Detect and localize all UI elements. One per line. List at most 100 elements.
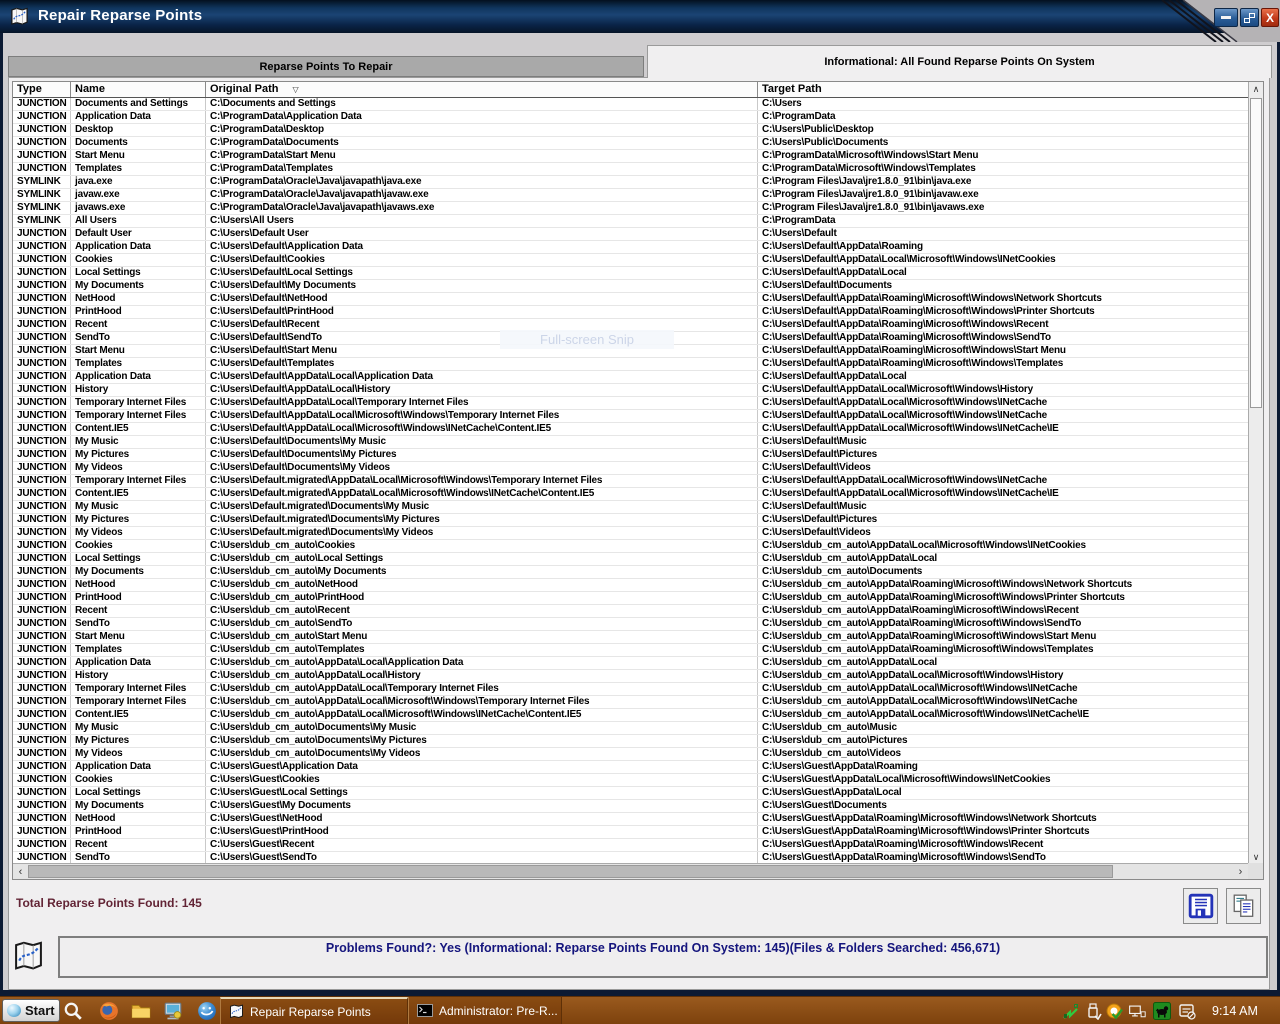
column-header-name[interactable]: Name	[71, 82, 206, 97]
copy-report-button[interactable]	[1226, 888, 1261, 924]
table-row[interactable]: SYMLINKjava.exeC:\ProgramData\Oracle\Jav…	[13, 176, 1248, 189]
close-button[interactable]: X	[1261, 8, 1279, 27]
table-row[interactable]: JUNCTIONNetHoodC:\Users\dub_cm_auto\NetH…	[13, 579, 1248, 592]
table-row[interactable]: JUNCTIONMy DocumentsC:\Users\Guest\My Do…	[13, 800, 1248, 813]
table-row[interactable]: JUNCTIONDocumentsC:\ProgramData\Document…	[13, 137, 1248, 150]
antivirus-tray-icon[interactable]	[1106, 1002, 1124, 1020]
cell-target: C:\ProgramData\Microsoft\Windows\Templat…	[758, 163, 1248, 175]
table-row[interactable]: JUNCTIONLocal SettingsC:\Users\Guest\Loc…	[13, 787, 1248, 800]
table-row[interactable]: JUNCTIONPrintHoodC:\Users\Guest\PrintHoo…	[13, 826, 1248, 839]
horizontal-scrollbar-thumb[interactable]	[28, 865, 1113, 878]
table-row[interactable]: JUNCTIONLocal SettingsC:\Users\dub_cm_au…	[13, 553, 1248, 566]
taskbar-app-administrator-cmd[interactable]: Administrator: Pre-R...	[408, 997, 562, 1024]
table-row[interactable]: JUNCTIONTemporary Internet FilesC:\Users…	[13, 475, 1248, 488]
file-explorer-icon[interactable]	[131, 1001, 151, 1021]
taskbar-app-repair-reparse-points[interactable]: Repair Reparse Points	[220, 997, 408, 1024]
table-row[interactable]: JUNCTIONMy DocumentsC:\Users\dub_cm_auto…	[13, 566, 1248, 579]
scroll-right-icon[interactable]: ›	[1233, 864, 1248, 879]
table-row[interactable]: JUNCTIONTemporary Internet FilesC:\Users…	[13, 696, 1248, 709]
table-row[interactable]: JUNCTIONDocuments and SettingsC:\Documen…	[13, 98, 1248, 111]
table-row[interactable]: JUNCTIONCookiesC:\Users\Default\CookiesC…	[13, 254, 1248, 267]
table-row[interactable]: JUNCTIONSendToC:\Users\dub_cm_auto\SendT…	[13, 618, 1248, 631]
tab-reparse-points-to-repair[interactable]: Reparse Points To Repair	[8, 56, 644, 77]
table-row[interactable]: JUNCTIONStart MenuC:\Users\dub_cm_auto\S…	[13, 631, 1248, 644]
table-row[interactable]: JUNCTIONApplication DataC:\Users\Default…	[13, 241, 1248, 254]
table-row[interactable]: JUNCTIONRecentC:\Users\Guest\RecentC:\Us…	[13, 839, 1248, 852]
table-row[interactable]: JUNCTIONDesktopC:\ProgramData\DesktopC:\…	[13, 124, 1248, 137]
minimize-button[interactable]	[1214, 8, 1238, 27]
table-row[interactable]: JUNCTIONCookiesC:\Users\dub_cm_auto\Cook…	[13, 540, 1248, 553]
table-row[interactable]: SYMLINKAll UsersC:\Users\All UsersC:\Pro…	[13, 215, 1248, 228]
vertical-scrollbar-thumb[interactable]	[1250, 98, 1262, 408]
table-row[interactable]: SYMLINKjavaws.exeC:\ProgramData\Oracle\J…	[13, 202, 1248, 215]
cell-type: JUNCTION	[13, 124, 71, 136]
column-header-original-path[interactable]: Original Path▽	[206, 82, 758, 97]
network-activity-tray-icon[interactable]	[1062, 1002, 1080, 1020]
usb-eject-tray-icon[interactable]	[1085, 1002, 1103, 1020]
vertical-scrollbar[interactable]: ∧ ∨	[1248, 82, 1263, 865]
table-row[interactable]: JUNCTIONNetHoodC:\Users\Default\NetHoodC…	[13, 293, 1248, 306]
cell-type: JUNCTION	[13, 592, 71, 604]
messenger-icon[interactable]	[197, 1001, 217, 1021]
save-report-button[interactable]	[1183, 888, 1218, 924]
table-row[interactable]: JUNCTIONTemplatesC:\Users\dub_cm_auto\Te…	[13, 644, 1248, 657]
table-row[interactable]: JUNCTIONMy DocumentsC:\Users\Default\My …	[13, 280, 1248, 293]
start-button[interactable]: Start	[2, 999, 60, 1022]
column-header-target-path[interactable]: Target Path	[758, 82, 1248, 97]
cell-name: Local Settings	[71, 553, 206, 565]
network-status-tray-icon[interactable]	[1128, 1002, 1146, 1020]
tab-informational-all-found[interactable]: Informational: All Found Reparse Points …	[647, 45, 1272, 78]
table-row[interactable]: JUNCTIONContent.IE5C:\Users\Default.migr…	[13, 488, 1248, 501]
table-row[interactable]: JUNCTIONHistoryC:\Users\Default\AppData\…	[13, 384, 1248, 397]
table-row[interactable]: JUNCTIONTemplatesC:\ProgramData\Template…	[13, 163, 1248, 176]
table-row[interactable]: SYMLINKjavaw.exeC:\ProgramData\Oracle\Ja…	[13, 189, 1248, 202]
table-row[interactable]: JUNCTIONMy VideosC:\Users\Default.migrat…	[13, 527, 1248, 540]
table-row[interactable]: JUNCTIONMy VideosC:\Users\dub_cm_auto\Do…	[13, 748, 1248, 761]
table-row[interactable]: JUNCTIONContent.IE5C:\Users\Default\AppD…	[13, 423, 1248, 436]
table-row[interactable]: JUNCTIONPrintHoodC:\Users\Default\PrintH…	[13, 306, 1248, 319]
column-header-type[interactable]: Type	[13, 82, 71, 97]
table-row[interactable]: JUNCTIONCookiesC:\Users\Guest\CookiesC:\…	[13, 774, 1248, 787]
cell-name: Local Settings	[71, 267, 206, 279]
taskbar-clock[interactable]: 9:14 AM	[1212, 997, 1258, 1024]
table-row[interactable]: JUNCTIONRecentC:\Users\dub_cm_auto\Recen…	[13, 605, 1248, 618]
horizontal-scrollbar[interactable]: ‹ ›	[13, 863, 1248, 879]
table-row[interactable]: JUNCTIONApplication DataC:\Users\dub_cm_…	[13, 657, 1248, 670]
titlebar[interactable]: Repair Reparse Points X	[0, 0, 1280, 33]
scroll-up-icon[interactable]: ∧	[1249, 82, 1263, 97]
table-row[interactable]: JUNCTIONTemporary Internet FilesC:\Users…	[13, 410, 1248, 423]
cell-type: JUNCTION	[13, 514, 71, 526]
table-row[interactable]: JUNCTIONTemporary Internet FilesC:\Users…	[13, 397, 1248, 410]
cell-type: JUNCTION	[13, 137, 71, 149]
table-row[interactable]: JUNCTIONPrintHoodC:\Users\dub_cm_auto\Pr…	[13, 592, 1248, 605]
table-row[interactable]: JUNCTIONMy MusicC:\Users\Default\Documen…	[13, 436, 1248, 449]
table-row[interactable]: JUNCTIONStart MenuC:\ProgramData\Start M…	[13, 150, 1248, 163]
cell-target: C:\Users\dub_cm_auto\AppData\Roaming\Mic…	[758, 605, 1248, 617]
table-row[interactable]: JUNCTIONMy MusicC:\Users\Default.migrate…	[13, 501, 1248, 514]
table-row[interactable]: JUNCTIONMy MusicC:\Users\dub_cm_auto\Doc…	[13, 722, 1248, 735]
table-row[interactable]: JUNCTIONHistoryC:\Users\dub_cm_auto\AppD…	[13, 670, 1248, 683]
watchdog-tray-icon[interactable]	[1153, 1002, 1171, 1020]
table-row[interactable]: JUNCTIONDefault UserC:\Users\Default Use…	[13, 228, 1248, 241]
cell-name: Templates	[71, 644, 206, 656]
computer-settings-icon[interactable]	[163, 1001, 183, 1021]
table-row[interactable]: JUNCTIONContent.IE5C:\Users\dub_cm_auto\…	[13, 709, 1248, 722]
table-row[interactable]: JUNCTIONApplication DataC:\Users\Default…	[13, 371, 1248, 384]
table-row[interactable]: JUNCTIONMy VideosC:\Users\Default\Docume…	[13, 462, 1248, 475]
table-row[interactable]: JUNCTIONMy PicturesC:\Users\dub_cm_auto\…	[13, 735, 1248, 748]
cell-type: JUNCTION	[13, 735, 71, 747]
table-row[interactable]: JUNCTIONTemporary Internet FilesC:\Users…	[13, 683, 1248, 696]
table-row[interactable]: JUNCTIONMy PicturesC:\Users\Default\Docu…	[13, 449, 1248, 462]
cell-name: My Videos	[71, 462, 206, 474]
action-center-tray-icon[interactable]	[1178, 1002, 1196, 1020]
search-icon[interactable]	[63, 1001, 83, 1021]
table-row[interactable]: JUNCTIONNetHoodC:\Users\Guest\NetHoodC:\…	[13, 813, 1248, 826]
scroll-left-icon[interactable]: ‹	[13, 864, 28, 879]
table-row[interactable]: JUNCTIONApplication DataC:\Users\Guest\A…	[13, 761, 1248, 774]
table-row[interactable]: JUNCTIONLocal SettingsC:\Users\Default\L…	[13, 267, 1248, 280]
table-row[interactable]: JUNCTIONMy PicturesC:\Users\Default.migr…	[13, 514, 1248, 527]
firefox-icon[interactable]	[99, 1001, 119, 1021]
table-row[interactable]: JUNCTIONTemplatesC:\Users\Default\Templa…	[13, 358, 1248, 371]
restore-button[interactable]	[1240, 8, 1259, 27]
table-row[interactable]: JUNCTIONApplication DataC:\ProgramData\A…	[13, 111, 1248, 124]
